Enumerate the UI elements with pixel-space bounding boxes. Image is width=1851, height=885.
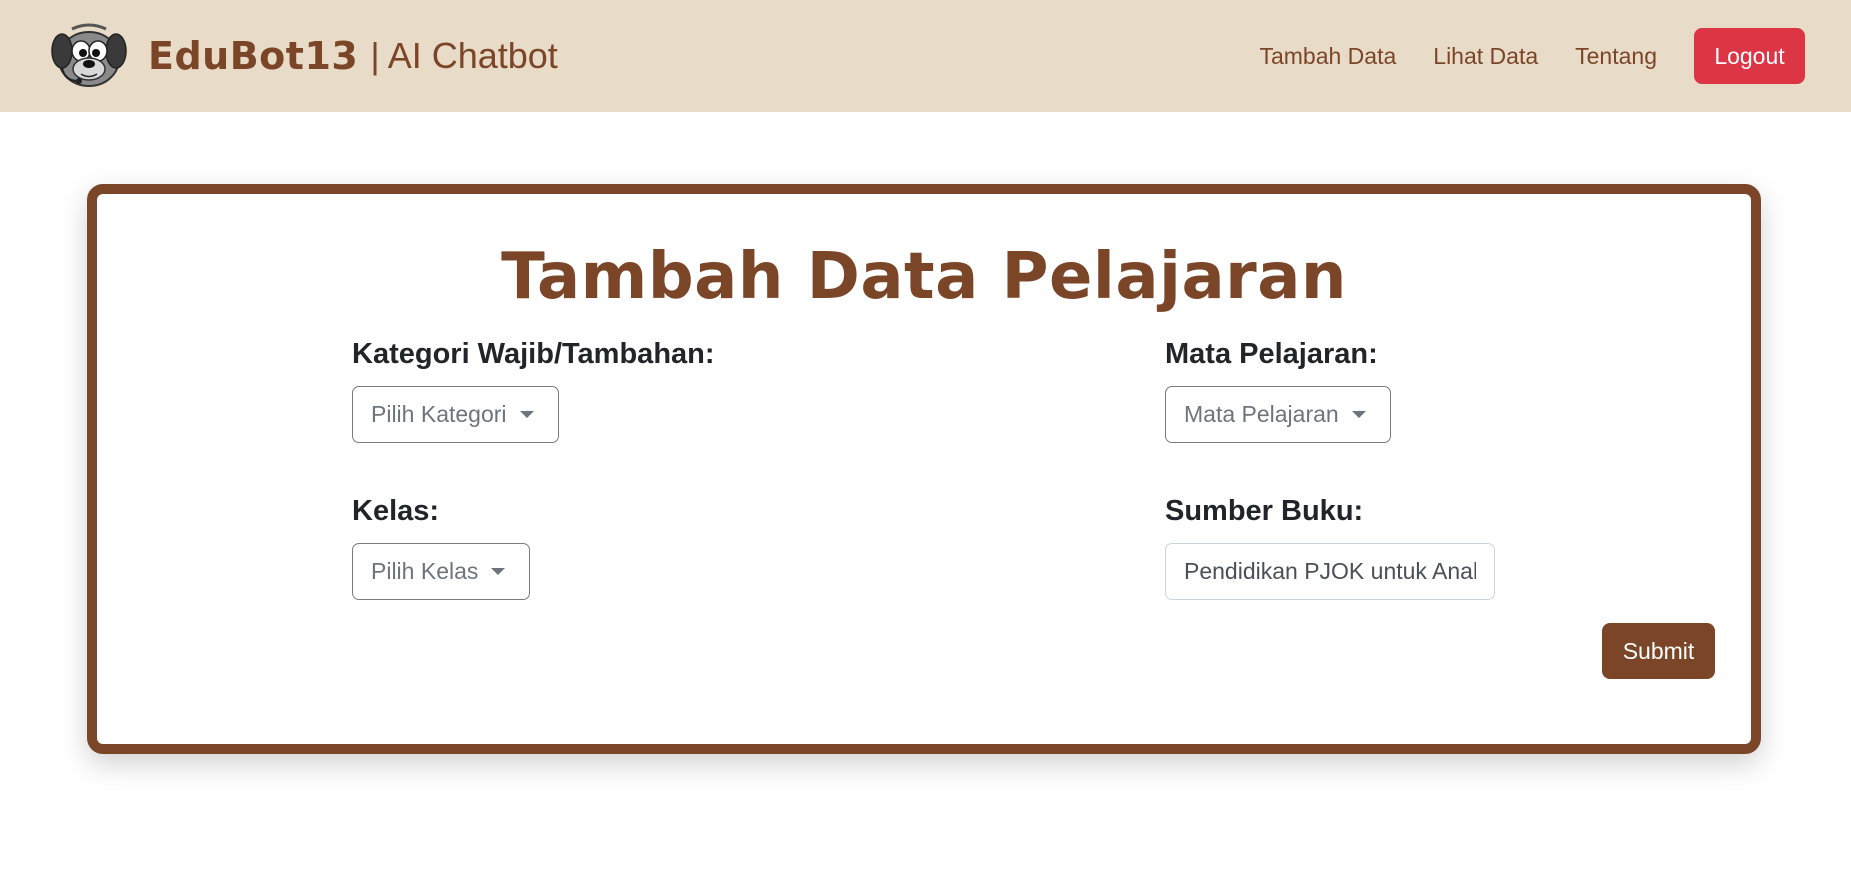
sumber-buku-label: Sumber Buku: [1165,495,1364,527]
form-card: Tambah Data Pelajaran Kategori Wajib/Tam… [87,184,1761,754]
submit-button[interactable]: Submit [1602,623,1715,679]
brand-name: EduBot13 [148,34,359,78]
nav-links: Tambah Data Lihat Data Tentang Logout [1259,0,1851,112]
logout-button[interactable]: Logout [1694,28,1805,84]
mata-pelajaran-select-value: Mata Pelajaran [1184,401,1339,427]
kategori-select-value: Pilih Kategori [371,401,507,427]
chevron-down-icon [519,411,534,418]
page-title: Tambah Data Pelajaran [501,240,1347,314]
nav-link-lihat-data[interactable]: Lihat Data [1433,43,1538,70]
sumber-buku-input[interactable] [1165,543,1495,600]
mata-pelajaran-select[interactable]: Mata Pelajaran [1165,386,1391,443]
kategori-label: Kategori Wajib/Tambahan: [352,338,715,370]
brand[interactable]: EduBot13 | AI Chatbot [48,18,558,94]
brand-subtitle: | AI Chatbot [370,35,558,76]
nav-link-tambah-data[interactable]: Tambah Data [1259,43,1396,70]
kelas-label: Kelas: [352,495,440,527]
navbar: EduBot13 | AI Chatbot Tambah Data Lihat … [0,0,1851,112]
cartoon-dog-headset-icon [51,23,127,87]
mata-pelajaran-label: Mata Pelajaran: [1165,338,1378,370]
chevron-down-icon [491,568,506,575]
kategori-select[interactable]: Pilih Kategori [352,386,559,443]
chevron-down-icon [1351,411,1366,418]
kelas-select[interactable]: Pilih Kelas [352,543,530,600]
nav-link-tentang[interactable]: Tentang [1575,43,1657,70]
kelas-select-value: Pilih Kelas [371,558,479,584]
